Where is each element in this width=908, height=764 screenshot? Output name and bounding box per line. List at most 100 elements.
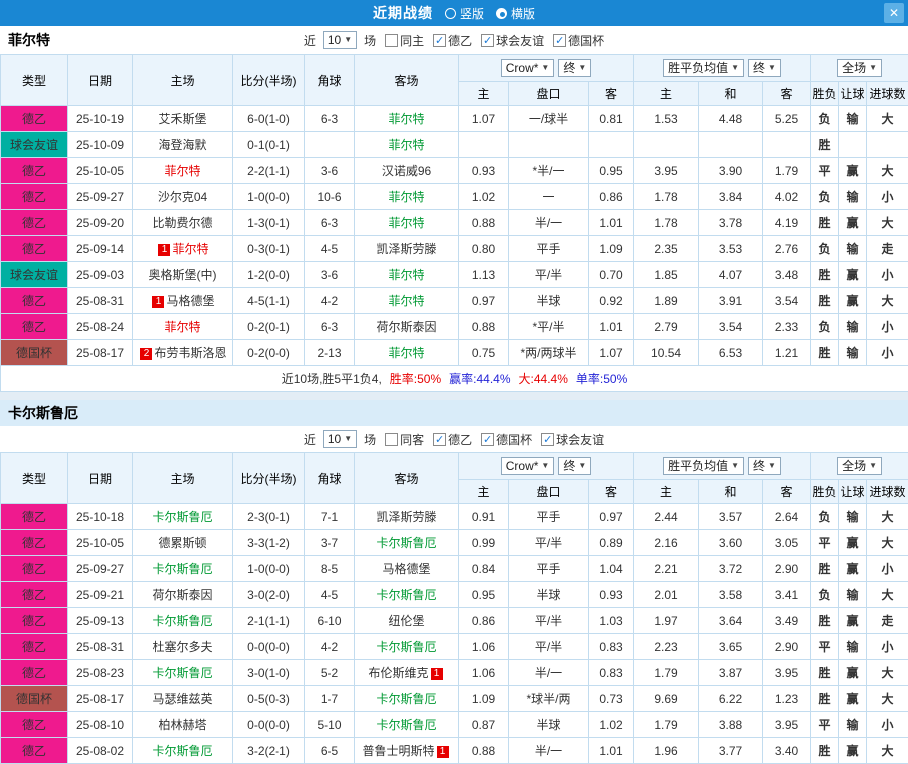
handicap-result-cell: 赢: [839, 608, 867, 634]
team-name-text: 柏林赫塔: [158, 718, 206, 732]
filter-checkbox-同客[interactable]: 同客: [385, 431, 424, 448]
team-name-text: 菲尔特: [388, 216, 424, 230]
filter-prefix: 近: [304, 32, 316, 49]
team-name-text: 菲尔特: [388, 346, 424, 360]
close-button[interactable]: ✕: [884, 3, 904, 23]
handicap: 半/一: [509, 660, 589, 686]
filter-checkbox-球会友谊[interactable]: ✓球会友谊: [481, 32, 544, 49]
team-section-1: 菲尔特近10▼场同主✓德乙✓球会友谊✓德国杯类型日期主场比分(半场)角球客场Cr…: [0, 26, 908, 392]
match-type-badge: 德国杯: [1, 686, 68, 712]
recent-count-dropdown[interactable]: 10▼: [323, 430, 357, 448]
match-score: 0-5(0-3): [233, 686, 305, 712]
team-section-2: 卡尔斯鲁厄近10▼场同客✓德乙✓德国杯✓球会友谊类型日期主场比分(半场)角球客场…: [0, 400, 908, 764]
bookmaker-dropdown[interactable]: Crow*▼: [501, 457, 555, 475]
match-type-badge: 德乙: [1, 582, 68, 608]
avg-away: 1.23: [763, 686, 811, 712]
avg-draw: 4.48: [699, 106, 763, 132]
match-row: 德乙25-09-13卡尔斯鲁厄2-1(1-1)6-10纽伦堡0.86平/半1.0…: [1, 608, 908, 634]
avg-draw: 3.87: [699, 660, 763, 686]
summary-part: 大:44.4%: [519, 372, 568, 386]
team-name-text: 卡尔斯鲁厄: [152, 510, 212, 524]
match-date: 25-09-21: [68, 582, 133, 608]
avg-stage-dropdown[interactable]: 终▼: [748, 59, 781, 77]
filter-checkbox-德乙[interactable]: ✓德乙: [433, 431, 472, 448]
match-score: 1-3(0-1): [233, 210, 305, 236]
odds-away: 0.83: [589, 634, 634, 660]
red-card-badge: 1: [431, 668, 443, 680]
match-type-badge: 德乙: [1, 158, 68, 184]
avg-home: 2.23: [634, 634, 699, 660]
odds-stage-dropdown[interactable]: 终▼: [558, 457, 591, 475]
corners: 8-5: [305, 556, 355, 582]
match-row: 德乙25-08-311马格德堡4-5(1-1)4-2菲尔特0.97半球0.921…: [1, 288, 908, 314]
goals-cell: 小: [867, 262, 908, 288]
match-row: 德乙25-08-02卡尔斯鲁厄3-2(2-1)6-5普鲁士明斯特10.88半/一…: [1, 738, 908, 764]
corners: 2-13: [305, 340, 355, 366]
home-team: 比勒费尔德: [133, 210, 233, 236]
match-date: 25-10-19: [68, 106, 133, 132]
filter-checkbox-德国杯[interactable]: ✓德国杯: [481, 431, 532, 448]
window-title: 近期战绩: [373, 3, 433, 23]
section-filter-row: 近10▼场同客✓德乙✓德国杯✓球会友谊: [0, 426, 908, 452]
home-team: 马瑟维兹英: [133, 686, 233, 712]
home-team: 1菲尔特: [133, 236, 233, 262]
red-card-badge: 1: [152, 296, 164, 308]
avg-away: 3.48: [763, 262, 811, 288]
match-type-badge: 德乙: [1, 184, 68, 210]
team-name-text: 马格德堡: [382, 562, 430, 576]
bookmaker-dropdown[interactable]: Crow*▼: [501, 59, 555, 77]
goals-cell: 小: [867, 712, 908, 738]
chevron-down-icon: ▼: [578, 459, 586, 473]
result-cell: 胜: [811, 132, 839, 158]
match-score: 3-2(2-1): [233, 738, 305, 764]
layout-radio-vertical[interactable]: 竖版: [445, 5, 484, 22]
avg-home: 1.96: [634, 738, 699, 764]
odds-stage-dropdown[interactable]: 终▼: [558, 59, 591, 77]
column-subheader: 和: [699, 82, 763, 106]
scope-dropdown[interactable]: 全场▼: [837, 59, 882, 77]
avg-away: 4.19: [763, 210, 811, 236]
match-date: 25-10-18: [68, 504, 133, 530]
unchecked-checkbox-icon: [385, 34, 398, 47]
odds-home: 0.87: [459, 712, 509, 738]
odds-home: 0.93: [459, 158, 509, 184]
avg-dropdown[interactable]: 胜平负均值▼: [663, 59, 744, 77]
avg-stage-dropdown[interactable]: 终▼: [748, 457, 781, 475]
match-row: 球会友谊25-10-09海登海默0-1(0-1)菲尔特胜: [1, 132, 908, 158]
odds-away: 1.02: [589, 712, 634, 738]
match-score: 4-5(1-1): [233, 288, 305, 314]
corners: 6-3: [305, 106, 355, 132]
match-score: 1-0(0-0): [233, 184, 305, 210]
team-name-text: 凯泽斯劳滕: [376, 242, 436, 256]
avg-away: 4.02: [763, 184, 811, 210]
corners: 6-5: [305, 738, 355, 764]
away-team: 菲尔特: [355, 132, 459, 158]
avg-home: 10.54: [634, 340, 699, 366]
checkbox-label: 德国杯: [496, 431, 532, 448]
filter-checkbox-球会友谊[interactable]: ✓球会友谊: [541, 431, 604, 448]
red-card-badge: 2: [140, 348, 152, 360]
chevron-down-icon: ▼: [768, 459, 776, 473]
avg-dropdown-value: 胜平负均值: [668, 61, 728, 75]
team-name-text: 菲尔特: [388, 294, 424, 308]
match-type-badge: 德乙: [1, 314, 68, 340]
avg-draw: 3.54: [699, 314, 763, 340]
filter-checkbox-德国杯[interactable]: ✓德国杯: [553, 32, 604, 49]
team-name-text: 海登海默: [158, 138, 206, 152]
bookmaker-dropdown-value: Crow*: [506, 459, 539, 473]
team-name-text: 布伦斯维克: [368, 666, 428, 680]
avg-dropdown[interactable]: 胜平负均值▼: [663, 457, 744, 475]
odds-home: 0.84: [459, 556, 509, 582]
section-head: 菲尔特近10▼场同主✓德乙✓球会友谊✓德国杯: [0, 26, 908, 54]
column-subheader: 和: [699, 480, 763, 504]
filter-checkbox-德乙[interactable]: ✓德乙: [433, 32, 472, 49]
chevron-down-icon: ▼: [578, 61, 586, 75]
goals-cell: 大: [867, 210, 908, 236]
filter-checkbox-同主[interactable]: 同主: [385, 32, 424, 49]
avg-draw: 3.91: [699, 288, 763, 314]
recent-count-dropdown[interactable]: 10▼: [323, 31, 357, 49]
column-subheader: 主: [459, 480, 509, 504]
scope-dropdown[interactable]: 全场▼: [837, 457, 882, 475]
layout-radio-horizontal[interactable]: 横版: [496, 5, 535, 22]
match-date: 25-09-03: [68, 262, 133, 288]
